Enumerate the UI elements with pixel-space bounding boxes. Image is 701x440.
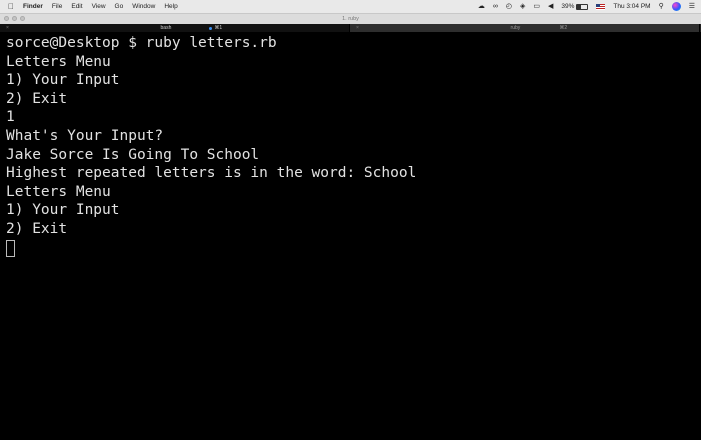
terminal-line: Jake Sorce Is Going To School	[6, 146, 260, 163]
volume-icon[interactable]: ◀	[548, 3, 553, 10]
battery-icon	[576, 3, 589, 10]
menu-bar:  Finder File Edit View Go Window Help ☁…	[0, 0, 701, 14]
siri-icon[interactable]	[671, 2, 681, 11]
zoom-window-button[interactable]	[20, 16, 25, 21]
tab-shortcut-label: ⌘2	[559, 25, 568, 31]
text-cursor	[6, 239, 15, 257]
menu-file[interactable]: File	[52, 3, 62, 10]
tab-bash[interactable]: × bash ⌘1	[0, 24, 350, 32]
terminal-line: 1) Your Input	[6, 72, 120, 89]
menu-finder[interactable]: Finder	[23, 3, 43, 10]
cloud-icon[interactable]: ☁	[478, 3, 485, 10]
terminal-line: Highest repeated letters is in the word:…	[6, 165, 417, 182]
pair-icon[interactable]: ∞	[493, 3, 498, 10]
menu-view[interactable]: View	[92, 3, 106, 10]
apple-icon[interactable]: 	[8, 2, 14, 11]
menu-go[interactable]: Go	[115, 3, 124, 10]
tab-label: ruby	[510, 25, 521, 31]
timemachine-icon[interactable]: ◴	[506, 3, 512, 10]
minimize-window-button[interactable]	[12, 16, 17, 21]
close-tab-icon[interactable]: ×	[6, 25, 9, 31]
tab-bar: × bash ⌘1 × ruby ⌘2	[0, 24, 701, 32]
battery-percent: 39%	[561, 3, 575, 10]
tab-shortcut: ⌘2	[559, 25, 567, 31]
menu-edit[interactable]: Edit	[71, 3, 82, 10]
airplay-icon[interactable]: ▭	[533, 3, 540, 10]
terminal-line: 2) Exit	[6, 220, 68, 237]
terminal-line: 2) Exit	[6, 90, 68, 107]
close-tab-icon[interactable]: ×	[356, 25, 359, 31]
window-title: 1. ruby	[342, 16, 359, 22]
terminal-line: 1	[6, 109, 15, 126]
menu-bar-left:  Finder File Edit View Go Window Help	[0, 2, 178, 11]
terminal-output[interactable]: sorce@Desktop $ ruby letters.rb Letters …	[0, 32, 701, 440]
wifi-icon[interactable]: ◈	[520, 3, 525, 10]
activity-dot-icon	[209, 26, 213, 30]
window-controls	[4, 16, 25, 21]
flag-icon[interactable]	[596, 3, 606, 10]
clock[interactable]: Thu 3:04 PM	[613, 3, 650, 10]
tab-shortcut: ⌘1	[209, 25, 222, 31]
terminal-line: Letters Menu	[6, 53, 111, 70]
status-area: ☁ ∞ ◴ ◈ ▭ ◀ 39% Thu 3:04 PM ⚲ ☰	[478, 2, 701, 11]
menu-window[interactable]: Window	[132, 3, 155, 10]
menu-help[interactable]: Help	[164, 3, 177, 10]
close-window-button[interactable]	[4, 16, 9, 21]
window-title-bar[interactable]: 1. ruby	[0, 14, 701, 24]
tab-ruby[interactable]: × ruby ⌘2	[350, 24, 700, 32]
list-icon[interactable]: ☰	[689, 3, 695, 10]
terminal-line: Letters Menu	[6, 183, 111, 200]
search-icon[interactable]: ⚲	[659, 3, 664, 10]
battery-indicator[interactable]: 39%	[561, 3, 589, 10]
tab-shortcut-label: ⌘1	[214, 25, 223, 31]
tab-label: bash	[160, 25, 172, 31]
terminal-line: sorce@Desktop $ ruby letters.rb	[6, 35, 277, 51]
terminal-line: 1) Your Input	[6, 202, 120, 219]
battery-fill	[577, 4, 582, 9]
terminal-line: What's Your Input?	[6, 127, 164, 144]
